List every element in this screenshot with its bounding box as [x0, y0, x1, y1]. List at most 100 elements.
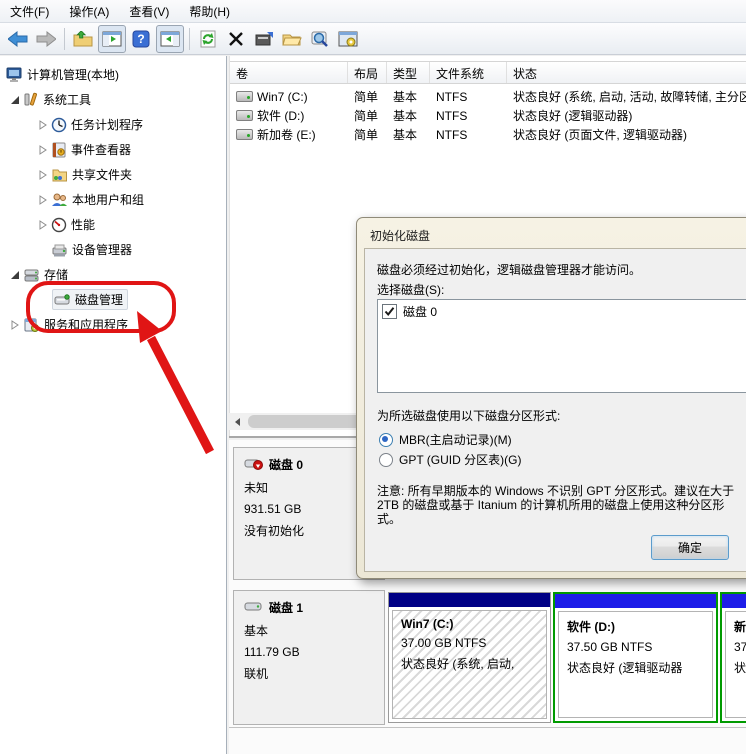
primary-partition-stripe — [389, 593, 550, 607]
disk1-size: 111.79 GB — [244, 645, 384, 659]
tree-item-label: 磁盘管理 — [75, 291, 123, 308]
disk1-header[interactable]: 磁盘 1 基本 111.79 GB 联机 — [233, 590, 385, 725]
menu-help[interactable]: 帮助(H) — [179, 1, 240, 22]
partition-xinjiajuan-e[interactable]: 新加卷 (E:) 37.50 GB NTFS 状态良好 (页面文件, — [720, 592, 746, 723]
collapsed-triangle-icon[interactable] — [38, 220, 48, 230]
volume-icon — [236, 110, 253, 121]
menu-action[interactable]: 操作(A) — [59, 1, 119, 22]
volume-name: Win7 (C:) — [257, 90, 308, 104]
column-header-status[interactable]: 状态 — [507, 62, 746, 83]
collapsed-triangle-icon[interactable] — [38, 145, 48, 155]
tree-item-local-users-groups[interactable]: 本地用户和组 — [0, 187, 226, 212]
export-list-icon[interactable] — [70, 26, 96, 52]
volume-status: 状态良好 (逻辑驱动器) — [507, 107, 746, 124]
collapsed-triangle-icon[interactable] — [38, 195, 48, 205]
tree-item-storage[interactable]: 存储 — [0, 262, 226, 287]
performance-icon — [51, 217, 67, 233]
disk-uninitialized-icon — [244, 457, 264, 472]
tree-item-event-viewer[interactable]: 事件查看器 — [0, 137, 226, 162]
volume-row-c[interactable]: Win7 (C:) 简单 基本 NTFS 状态良好 (系统, 启动, 活动, 故… — [230, 87, 746, 106]
disk0-checkbox[interactable] — [382, 304, 397, 319]
tree-item-label: 服务和应用程序 — [44, 316, 128, 333]
storage-icon — [23, 267, 40, 283]
expanded-triangle-icon[interactable] — [10, 270, 20, 280]
ok-button-label: 确定 — [678, 539, 702, 556]
checkmark-icon — [384, 306, 395, 317]
open-folder-icon[interactable] — [279, 26, 305, 52]
menu-view[interactable]: 查看(V) — [119, 1, 179, 22]
collapsed-triangle-icon[interactable] — [38, 170, 48, 180]
computer-icon — [6, 67, 23, 83]
tree-item-computer-management[interactable]: 计算机管理(本地) — [0, 62, 226, 87]
tree-item-label: 共享文件夹 — [72, 166, 132, 183]
disk-select-listbox[interactable]: 磁盘 0 — [377, 299, 746, 393]
volume-row-d[interactable]: 软件 (D:) 简单 基本 NTFS 状态良好 (逻辑驱动器) — [230, 106, 746, 125]
delete-icon[interactable] — [223, 26, 249, 52]
volume-type: 基本 — [387, 126, 430, 143]
logical-partition-stripe — [555, 594, 716, 608]
display-options-icon[interactable] — [307, 26, 333, 52]
disk0-list-item[interactable]: 磁盘 0 — [378, 300, 746, 320]
volume-type: 基本 — [387, 107, 430, 124]
volume-layout: 简单 — [348, 107, 387, 124]
tree-selection-highlight: 磁盘管理 — [52, 289, 128, 310]
volume-layout: 简单 — [348, 126, 387, 143]
volume-fs: NTFS — [430, 128, 507, 142]
task-scheduler-icon — [51, 117, 67, 133]
tree-item-system-tools[interactable]: 系统工具 — [0, 87, 226, 112]
tree-item-device-manager[interactable]: 设备管理器 — [0, 237, 226, 262]
volume-row-e[interactable]: 新加卷 (E:) 简单 基本 NTFS 状态良好 (页面文件, 逻辑驱动器) — [230, 125, 746, 144]
partition-name: 新加卷 (E:) — [734, 618, 746, 635]
ok-button[interactable]: 确定 — [651, 535, 729, 560]
tree-item-label: 设备管理器 — [72, 241, 132, 258]
mbr-radio-row[interactable]: MBR(主启动记录)(M) — [379, 431, 512, 448]
refresh-icon[interactable] — [195, 26, 221, 52]
tree-item-label: 存储 — [44, 266, 68, 283]
tree-item-services-applications[interactable]: 服务和应用程序 — [0, 312, 226, 337]
volume-name: 软件 (D:) — [257, 107, 304, 124]
menu-file[interactable]: 文件(F) — [0, 1, 59, 22]
volume-icon — [236, 91, 253, 102]
forward-icon[interactable] — [33, 26, 59, 52]
column-header-layout[interactable]: 布局 — [348, 62, 387, 83]
volume-status: 状态良好 (系统, 启动, 活动, 故障转储, 主分区) — [507, 88, 746, 105]
help-icon[interactable]: ? — [128, 26, 154, 52]
partition-win7-c[interactable]: Win7 (C:) 37.00 GB NTFS 状态良好 (系统, 启动, — [388, 592, 551, 723]
show-action-pane-icon[interactable] — [156, 25, 184, 53]
local-users-icon — [51, 192, 68, 208]
collapsed-triangle-icon[interactable] — [10, 320, 20, 330]
properties-icon[interactable] — [251, 26, 277, 52]
partition-status: 状态良好 (页面文件, — [734, 659, 746, 676]
event-viewer-icon — [51, 142, 67, 158]
partition-status: 状态良好 (逻辑驱动器 — [567, 659, 712, 676]
column-header-type[interactable]: 类型 — [387, 62, 430, 83]
volume-name: 新加卷 (E:) — [257, 126, 316, 143]
volume-fs: NTFS — [430, 109, 507, 123]
back-icon[interactable] — [5, 26, 31, 52]
dialog-client-area: 磁盘必须经过初始化，逻辑磁盘管理器才能访问。 选择磁盘(S): 磁盘 0 为所选… — [364, 248, 746, 572]
disk1-type: 基本 — [244, 622, 384, 639]
gpt-radio-row[interactable]: GPT (GUID 分区表)(G) — [379, 451, 521, 468]
column-header-volume[interactable]: 卷 — [230, 62, 348, 83]
volume-status: 状态良好 (页面文件, 逻辑驱动器) — [507, 126, 746, 143]
expanded-triangle-icon[interactable] — [10, 95, 20, 105]
tree-item-task-scheduler[interactable]: 任务计划程序 — [0, 112, 226, 137]
collapsed-triangle-icon[interactable] — [38, 120, 48, 130]
tree-item-performance[interactable]: 性能 — [0, 212, 226, 237]
system-tools-icon — [23, 92, 39, 108]
tree-item-disk-management[interactable]: 磁盘管理 — [0, 287, 226, 312]
dialog-intro-text: 磁盘必须经过初始化，逻辑磁盘管理器才能访问。 — [377, 261, 641, 278]
column-header-filesystem[interactable]: 文件系统 — [430, 62, 507, 83]
show-console-tree-icon[interactable] — [98, 25, 126, 53]
disk0-item-label: 磁盘 0 — [403, 303, 437, 320]
scroll-left-arrow-icon[interactable] — [229, 413, 246, 430]
services-icon — [23, 317, 40, 333]
mbr-radio-button[interactable] — [379, 433, 393, 447]
tree-item-shared-folders[interactable]: 共享文件夹 — [0, 162, 226, 187]
partition-ruanjian-d[interactable]: 软件 (D:) 37.50 GB NTFS 状态良好 (逻辑驱动器 — [553, 592, 718, 723]
logical-partition-stripe — [722, 594, 746, 608]
console-window-icon[interactable] — [335, 26, 361, 52]
gpt-radio-button[interactable] — [379, 453, 393, 467]
computer-management-window: 文件(F) 操作(A) 查看(V) 帮助(H) ? — [0, 0, 746, 754]
disk1-name: 磁盘 1 — [269, 599, 303, 616]
